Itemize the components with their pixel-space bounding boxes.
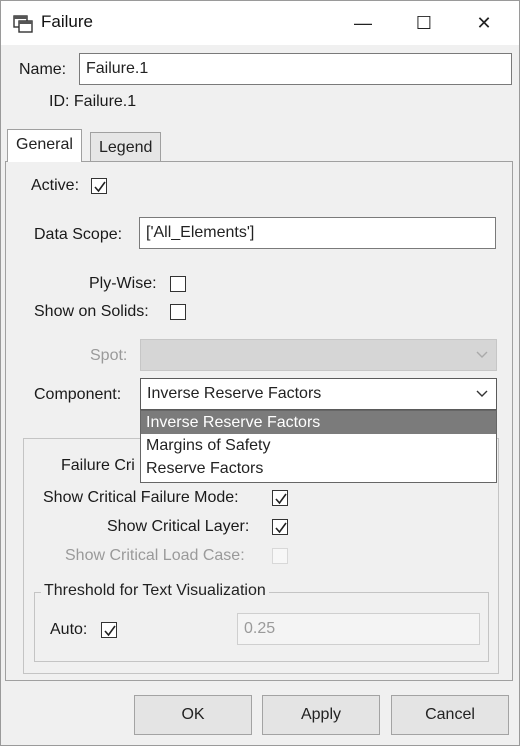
show-critical-load-case-checkbox <box>272 548 288 564</box>
check-icon <box>275 522 287 534</box>
cancel-button[interactable]: Cancel <box>391 695 509 735</box>
app-window-icon <box>13 13 33 33</box>
title-bar: Failure — ☐ ✕ <box>1 1 519 45</box>
component-dropdown-list: Inverse Reserve Factors Margins of Safet… <box>140 410 497 483</box>
tab-general[interactable]: General <box>7 129 82 162</box>
chevron-down-icon <box>476 390 488 397</box>
chevron-down-icon <box>476 351 488 358</box>
show-critical-failure-mode-checkbox[interactable] <box>272 490 288 506</box>
check-icon <box>94 181 106 193</box>
dropdown-option-reserve-factors[interactable]: Reserve Factors <box>141 457 496 480</box>
dropdown-option-margins-of-safety[interactable]: Margins of Safety <box>141 434 496 457</box>
active-label: Active: <box>31 177 80 194</box>
show-on-solids-label: Show on Solids: <box>34 303 149 320</box>
failure-critical-group-title: Failure Cri <box>61 457 135 474</box>
component-value: Inverse Reserve Factors <box>147 385 322 402</box>
apply-button[interactable]: Apply <box>262 695 380 735</box>
spot-combobox <box>140 339 497 371</box>
check-icon <box>104 625 116 637</box>
component-combobox[interactable]: Inverse Reserve Factors <box>140 378 497 410</box>
active-checkbox[interactable] <box>91 178 107 194</box>
show-critical-load-case-label: Show Critical Load Case: <box>65 547 245 564</box>
ply-wise-checkbox[interactable] <box>170 276 186 292</box>
failure-dialog: Failure — ☐ ✕ Name: Failure.1 ID: Failur… <box>0 0 520 746</box>
spot-label: Spot: <box>90 347 128 364</box>
threshold-group-title: Threshold for Text Visualization <box>41 582 269 600</box>
name-label: Name: <box>19 61 67 78</box>
show-on-solids-checkbox[interactable] <box>170 304 186 320</box>
ok-button[interactable]: OK <box>134 695 252 735</box>
name-input[interactable]: Failure.1 <box>79 53 512 85</box>
component-label: Component: <box>34 386 122 403</box>
tab-legend[interactable]: Legend <box>90 132 162 162</box>
threshold-value-input: 0.25 <box>237 613 480 645</box>
close-button[interactable]: ✕ <box>464 7 504 39</box>
window-title: Failure <box>41 12 93 31</box>
check-icon <box>275 493 287 505</box>
show-critical-layer-label: Show Critical Layer: <box>107 518 250 535</box>
data-scope-label: Data Scope: <box>34 226 123 243</box>
show-critical-layer-checkbox[interactable] <box>272 519 288 535</box>
id-label: ID: Failure.1 <box>49 93 137 110</box>
minimize-button[interactable]: — <box>343 7 383 39</box>
data-scope-input[interactable]: ['All_Elements'] <box>139 217 496 249</box>
auto-label: Auto: <box>50 621 88 638</box>
maximize-button[interactable]: ☐ <box>404 7 444 39</box>
auto-checkbox[interactable] <box>101 622 117 638</box>
show-critical-failure-mode-label: Show Critical Failure Mode: <box>43 489 239 506</box>
dropdown-option-inverse-reserve-factors[interactable]: Inverse Reserve Factors <box>141 411 496 434</box>
ply-wise-label: Ply-Wise: <box>89 275 157 292</box>
